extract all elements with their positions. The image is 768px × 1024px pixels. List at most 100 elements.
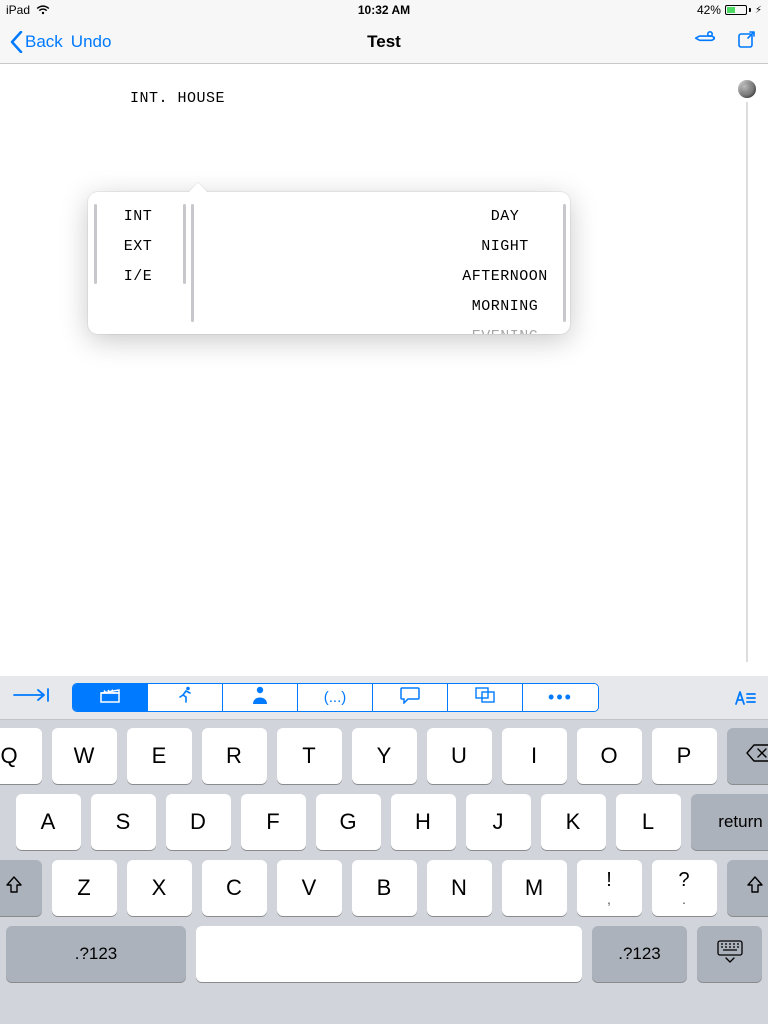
key-d[interactable]: D [166,794,231,850]
key-t[interactable]: T [277,728,342,784]
key-z[interactable]: Z [52,860,117,916]
seg-action[interactable] [148,684,223,711]
seg-scene-heading[interactable] [73,684,148,711]
back-button[interactable]: Back [10,31,63,53]
key-c[interactable]: C [202,860,267,916]
battery-icon [725,5,751,15]
popover-item[interactable]: DAY [440,202,570,232]
key-a[interactable]: A [16,794,81,850]
key-h[interactable]: H [391,794,456,850]
key-period[interactable]: ? . [652,860,717,916]
key-row-1: Q W E R T Y U I O P [6,728,762,784]
format-bar: (...) ••• [0,676,768,720]
scrollbar[interactable] [183,204,186,284]
key-space[interactable] [196,926,582,982]
key-p[interactable]: P [652,728,717,784]
key-x[interactable]: X [127,860,192,916]
popover-arrow-icon [188,182,208,192]
editor-area[interactable]: INT. HOUSE INT EXT I/E DAY NIGHT AFTERNO… [0,64,768,676]
seg-parenthetical[interactable]: (...) [298,684,373,711]
battery-percent: 42% [697,3,721,17]
key-s[interactable]: S [91,794,156,850]
dismiss-keyboard-icon [716,939,744,969]
device-label: iPad [6,3,30,17]
element-segmented-control: (...) ••• [72,683,599,712]
scrollbar[interactable] [191,204,194,322]
key-l[interactable]: L [616,794,681,850]
key-y[interactable]: Y [352,728,417,784]
transition-icon [474,686,496,709]
key-r[interactable]: R [202,728,267,784]
popover-item[interactable]: I/E [88,262,188,292]
backspace-icon [745,743,768,769]
scrollbar[interactable] [563,204,566,322]
key-return[interactable]: return [691,794,768,850]
parenthetical-icon: (...) [324,689,347,706]
key-b[interactable]: B [352,860,417,916]
key-o[interactable]: O [577,728,642,784]
undo-label: Undo [71,32,112,51]
undo-button[interactable]: Undo [71,32,112,52]
popover-item[interactable]: EXT [88,232,188,262]
speech-bubble-icon [399,686,421,709]
ellipsis-icon: ••• [548,687,573,708]
page-title: Test [367,32,401,52]
settings-icon[interactable] [694,28,716,55]
key-comma[interactable]: ! , [577,860,642,916]
key-u[interactable]: U [427,728,492,784]
scrollbar[interactable] [94,204,97,284]
popover-col-int-ext[interactable]: INT EXT I/E [88,192,188,334]
key-n[interactable]: N [427,860,492,916]
seg-character[interactable] [223,684,298,711]
text-format-button[interactable] [730,689,756,707]
key-j[interactable]: J [466,794,531,850]
key-punct-bot: , [607,892,611,906]
scene-heading-text[interactable]: INT. HOUSE [130,90,225,107]
key-punct-bot: . [682,892,686,906]
back-label: Back [25,32,63,52]
keyboard: (...) ••• Q W E R T [0,676,768,1024]
popover-item[interactable]: MORNING [440,292,570,322]
key-k[interactable]: K [541,794,606,850]
key-row-2: A S D F G H J K L return [6,794,762,850]
key-dismiss-keyboard[interactable] [697,926,762,982]
key-m[interactable]: M [502,860,567,916]
share-icon[interactable] [736,28,758,55]
seg-dialogue[interactable] [373,684,448,711]
key-row-4: .?123 .?123 [6,926,762,982]
popover-item[interactable]: EVENING [440,322,570,334]
key-punct-top: ? [678,870,689,890]
seg-more[interactable]: ••• [523,684,598,711]
popover-item[interactable]: AFTERNOON [440,262,570,292]
key-backspace[interactable] [727,728,768,784]
key-shift-left[interactable] [0,860,42,916]
nav-left: Back Undo [10,31,111,53]
wifi-icon [36,5,50,15]
tab-forward-button[interactable] [12,687,56,708]
popover-col-location[interactable] [188,192,440,334]
popover-item[interactable]: INT [88,202,188,232]
key-e[interactable]: E [127,728,192,784]
seg-transition[interactable] [448,684,523,711]
key-i[interactable]: I [502,728,567,784]
key-numsym-left[interactable]: .?123 [6,926,186,982]
clapperboard-icon [99,686,121,709]
key-rows: Q W E R T Y U I O P A S D F G H J K [0,720,768,988]
popover-item[interactable]: NIGHT [440,232,570,262]
shift-icon [745,875,765,901]
key-numsym-right[interactable]: .?123 [592,926,687,982]
popover-col-time[interactable]: DAY NIGHT AFTERNOON MORNING EVENING [440,192,570,334]
key-f[interactable]: F [241,794,306,850]
status-right: 42% ⚡︎ [697,3,762,17]
scroll-track [746,102,748,662]
scroll-indicator-icon[interactable] [738,80,756,98]
key-g[interactable]: G [316,794,381,850]
key-v[interactable]: V [277,860,342,916]
key-shift-right[interactable] [727,860,768,916]
key-w[interactable]: W [52,728,117,784]
key-row-3: Z X C V B N M ! , ? . [6,860,762,916]
key-q[interactable]: Q [0,728,42,784]
nav-bar: Back Undo Test [0,20,768,64]
running-icon [175,685,195,710]
nav-right [694,28,758,55]
